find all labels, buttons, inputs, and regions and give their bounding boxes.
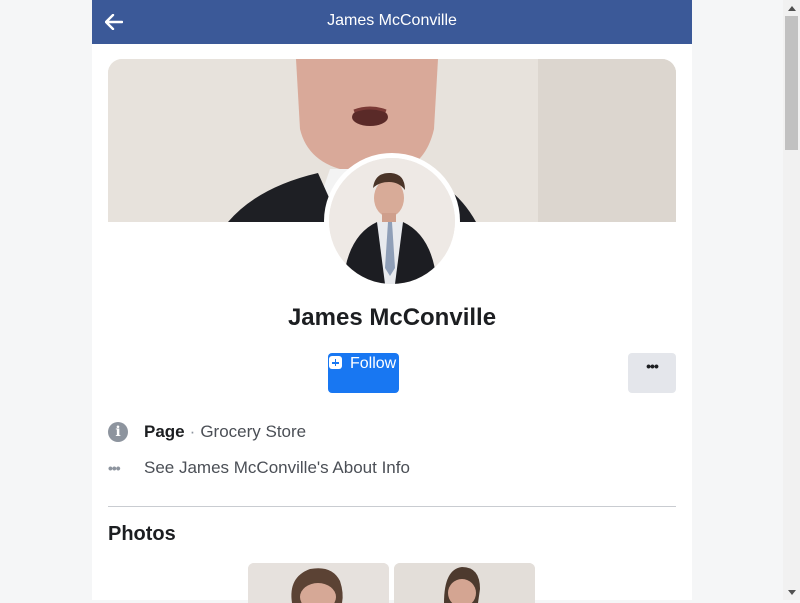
photo-thumbnail[interactable]	[248, 563, 389, 603]
scroll-thumb[interactable]	[785, 16, 798, 150]
avatar-image	[329, 158, 455, 284]
page-title: James McConville	[327, 12, 457, 29]
photo-thumbnail[interactable]	[394, 563, 535, 603]
profile-page: James McConville James McConville Follow…	[92, 0, 692, 603]
profile-name: James McConville	[287, 304, 497, 331]
separator: ·	[189, 422, 196, 441]
follow-button[interactable]: Follow	[328, 353, 399, 393]
category-label: Grocery Store	[200, 422, 307, 441]
scroll-down-arrow[interactable]	[783, 584, 800, 600]
about-info-link[interactable]: ••• See James McConville's About Info	[108, 456, 410, 480]
info-icon: i	[108, 422, 128, 442]
plus-square-icon	[329, 356, 342, 369]
page-label: Page	[144, 422, 185, 441]
profile-avatar[interactable]	[324, 153, 460, 289]
photos-title: Photos	[108, 523, 176, 545]
follow-label: Follow	[350, 355, 397, 372]
page-category-text: Page · Grocery Store	[144, 422, 306, 442]
vertical-scrollbar[interactable]	[783, 0, 800, 600]
scroll-up-arrow[interactable]	[783, 0, 800, 16]
page-category-row: i Page · Grocery Store	[108, 420, 306, 444]
more-options-button[interactable]: •••	[628, 353, 676, 393]
top-bar: James McConville	[92, 0, 692, 44]
divider	[108, 506, 676, 507]
about-info-label: See James McConville's About Info	[144, 458, 410, 477]
dots-icon: •••	[108, 460, 121, 476]
more-dots-icon: •••	[646, 358, 659, 374]
